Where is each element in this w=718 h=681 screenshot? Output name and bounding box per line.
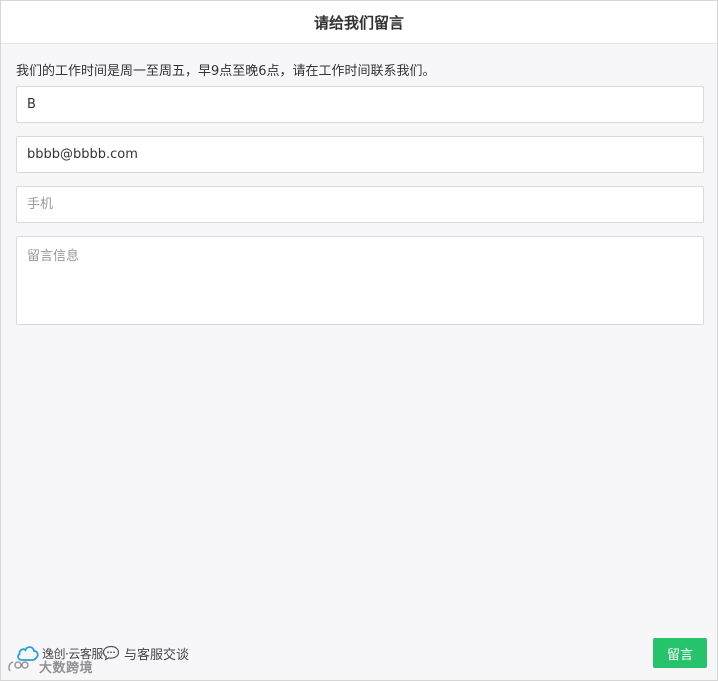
submit-message-button[interactable]: 留言 [653, 638, 707, 668]
dialog-header: 请给我们留言 [1, 1, 717, 44]
name-input[interactable] [16, 86, 704, 123]
watermark-text: 大数跨境 [39, 661, 94, 676]
dialog-title: 请给我们留言 [313, 13, 404, 32]
working-hours-notice: 我们的工作时间是周一至周五，早9点至晚6点，请在工作时间联系我们。 [16, 64, 436, 79]
chat-bubble-icon [102, 645, 120, 661]
message-dialog: 请给我们留言 我们的工作时间是周一至周五，早9点至晚6点，请在工作时间联系我们。… [0, 0, 718, 681]
email-input[interactable] [16, 136, 704, 173]
watermark: 大数跨境 [7, 657, 93, 676]
watermark-logo-icon [8, 660, 29, 671]
chat-with-agent-link[interactable]: 与客服交谈 [102, 641, 189, 665]
message-textarea[interactable] [16, 236, 704, 325]
chat-label: 与客服交谈 [124, 647, 190, 663]
phone-input[interactable] [16, 186, 704, 223]
